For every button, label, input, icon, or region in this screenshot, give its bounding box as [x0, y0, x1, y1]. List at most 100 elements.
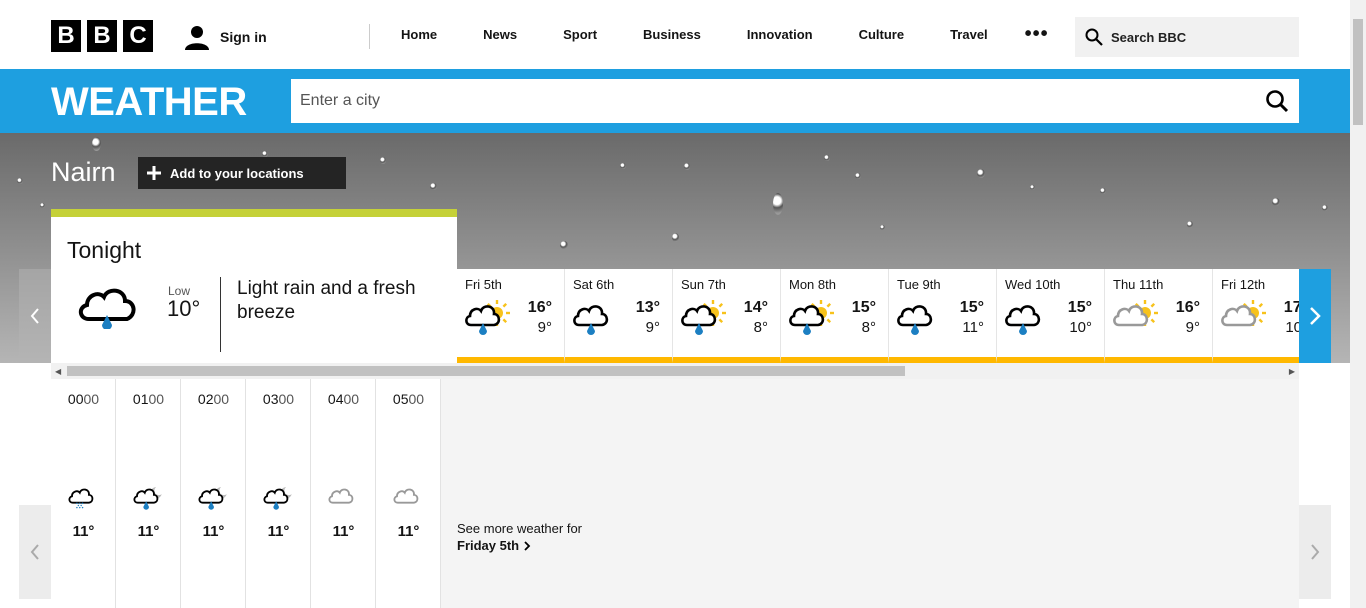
- day-tile[interactable]: Thu 11th 16° 9°: [1105, 269, 1213, 363]
- logo-letter: B: [87, 20, 117, 52]
- user-icon: [185, 26, 209, 50]
- day-tile[interactable]: Sun 7th 14° 8°: [673, 269, 781, 363]
- scroll-right-arrow-icon[interactable]: ▶: [1289, 367, 1295, 376]
- next-hours-button[interactable]: [1299, 505, 1331, 599]
- raindrop: [380, 157, 386, 164]
- raindrop: [1030, 185, 1035, 190]
- divider: [220, 277, 221, 352]
- page-scrollbar[interactable]: [1350, 0, 1366, 608]
- day-high-temp: 13°: [635, 299, 660, 316]
- day-high-temp: 16°: [1175, 299, 1200, 316]
- day-tile[interactable]: Wed 10th 15° 10°: [997, 269, 1105, 363]
- day-high-temp: 16°: [527, 299, 552, 316]
- next-day-button[interactable]: [1299, 269, 1331, 363]
- chevron-left-icon: [30, 544, 39, 560]
- nav-home[interactable]: Home: [378, 27, 460, 42]
- plus-icon: [147, 166, 161, 180]
- raindrop: [620, 163, 626, 169]
- raindrop: [17, 178, 23, 184]
- day-icon: [895, 299, 943, 340]
- light-rain-icon: [897, 305, 933, 335]
- hour-icon: [132, 484, 166, 515]
- see-more-link[interactable]: See more weather for Friday 5th: [457, 521, 582, 553]
- day-high-temp: 15°: [851, 299, 876, 316]
- hour-time: 0200: [181, 391, 246, 407]
- nav-culture[interactable]: Culture: [836, 27, 928, 42]
- sign-in-label: Sign in: [220, 29, 267, 45]
- day-icon: [1219, 299, 1267, 340]
- day-tile[interactable]: Fri 12th 17° 10°: [1213, 269, 1299, 363]
- day-tile[interactable]: Fri 5th 16° 9°: [457, 269, 565, 363]
- add-location-button[interactable]: Add to your locations: [138, 157, 346, 189]
- hour-column[interactable]: 0000 11°: [51, 379, 116, 608]
- hour-column[interactable]: 0200 11°: [181, 379, 246, 608]
- city-search-placeholder: Enter a city: [300, 92, 381, 109]
- previous-day-button[interactable]: [19, 269, 51, 363]
- scroll-left-arrow-icon[interactable]: ◀: [55, 367, 61, 376]
- search-icon[interactable]: [1265, 89, 1289, 113]
- hour-icon: [392, 484, 426, 515]
- hour-column[interactable]: 0400 11°: [311, 379, 376, 608]
- nav-sport[interactable]: Sport: [540, 27, 620, 42]
- day-icon: [1111, 299, 1159, 340]
- night-light-rain-icon: [263, 487, 292, 510]
- day-icon: [571, 299, 619, 340]
- day-name: Tue 9th: [897, 277, 941, 292]
- hour-column[interactable]: 0300 11°: [246, 379, 311, 608]
- hour-hours: 05: [392, 391, 409, 407]
- add-location-label: Add to your locations: [170, 165, 304, 181]
- day-icon: [1003, 299, 1051, 340]
- search-icon: [1085, 28, 1103, 46]
- hourly-forecast: 0500 11° 0400 11° 0300 11° 0200 11° 0100…: [51, 379, 1299, 608]
- day-name: Sun 7th: [681, 277, 726, 292]
- bbc-logo[interactable]: B B C: [51, 20, 153, 52]
- city-search-input[interactable]: Enter a city: [291, 79, 1299, 123]
- see-more-day: Friday 5th: [457, 538, 520, 553]
- scrollbar-thumb[interactable]: [67, 366, 905, 376]
- night-light-rain-icon: [198, 487, 227, 510]
- hour-time: 0100: [116, 391, 181, 407]
- day-low-temp: 9°: [537, 319, 552, 336]
- sign-in-link[interactable]: Sign in: [184, 24, 267, 50]
- chevron-right-icon: [1310, 307, 1321, 325]
- day-name: Mon 8th: [789, 277, 836, 292]
- day-low-temp: 8°: [753, 319, 768, 336]
- drizzle-icon: [68, 488, 94, 509]
- raindrop: [40, 203, 45, 208]
- day-high-temp: 14°: [743, 299, 768, 316]
- horizontal-scrollbar[interactable]: ◀ ▶: [51, 363, 1299, 379]
- light-rain-icon: [573, 305, 609, 335]
- raindrop: [672, 233, 679, 242]
- page-scrollbar-thumb[interactable]: [1353, 19, 1363, 125]
- bbc-search-box[interactable]: Search BBC: [1075, 17, 1299, 57]
- nav-travel[interactable]: Travel: [927, 27, 1011, 42]
- hour-temperature: 11°: [137, 523, 160, 540]
- hour-minutes: 00: [83, 391, 100, 407]
- hour-time: 0500: [376, 391, 441, 407]
- day-name: Thu 11th: [1113, 277, 1164, 292]
- hour-minutes: 00: [408, 391, 425, 407]
- chevron-right-icon: [1311, 544, 1320, 560]
- sunny-cloud-icon: [1113, 300, 1158, 327]
- weather-title[interactable]: WEATHER: [51, 80, 247, 125]
- tonight-card[interactable]: Tonight Low 10° Light rain and a fresh b…: [51, 209, 457, 363]
- nav-news[interactable]: News: [460, 27, 540, 42]
- day-tile[interactable]: Sat 6th 13° 9°: [565, 269, 673, 363]
- hour-column[interactable]: 0100 11°: [116, 379, 181, 608]
- hour-column[interactable]: 0500 11°: [376, 379, 441, 608]
- hour-temperature: 11°: [267, 523, 290, 540]
- more-menu-icon[interactable]: •••: [1011, 23, 1063, 46]
- sunny-light-rain-icon: [681, 300, 726, 335]
- nav-innovation[interactable]: Innovation: [724, 27, 836, 42]
- previous-hours-button[interactable]: [19, 505, 51, 599]
- hour-hours: 04: [327, 391, 344, 407]
- day-low-temp: 10°: [1069, 319, 1092, 336]
- day-low-temp: 8°: [861, 319, 876, 336]
- nav-business[interactable]: Business: [620, 27, 724, 42]
- hour-minutes: 00: [148, 391, 165, 407]
- raindrop: [1187, 221, 1193, 228]
- day-tile[interactable]: Tue 9th 15° 11°: [889, 269, 997, 363]
- hour-time: 0400: [311, 391, 376, 407]
- day-tile[interactable]: Mon 8th 15° 8°: [781, 269, 889, 363]
- hour-hours: 01: [132, 391, 149, 407]
